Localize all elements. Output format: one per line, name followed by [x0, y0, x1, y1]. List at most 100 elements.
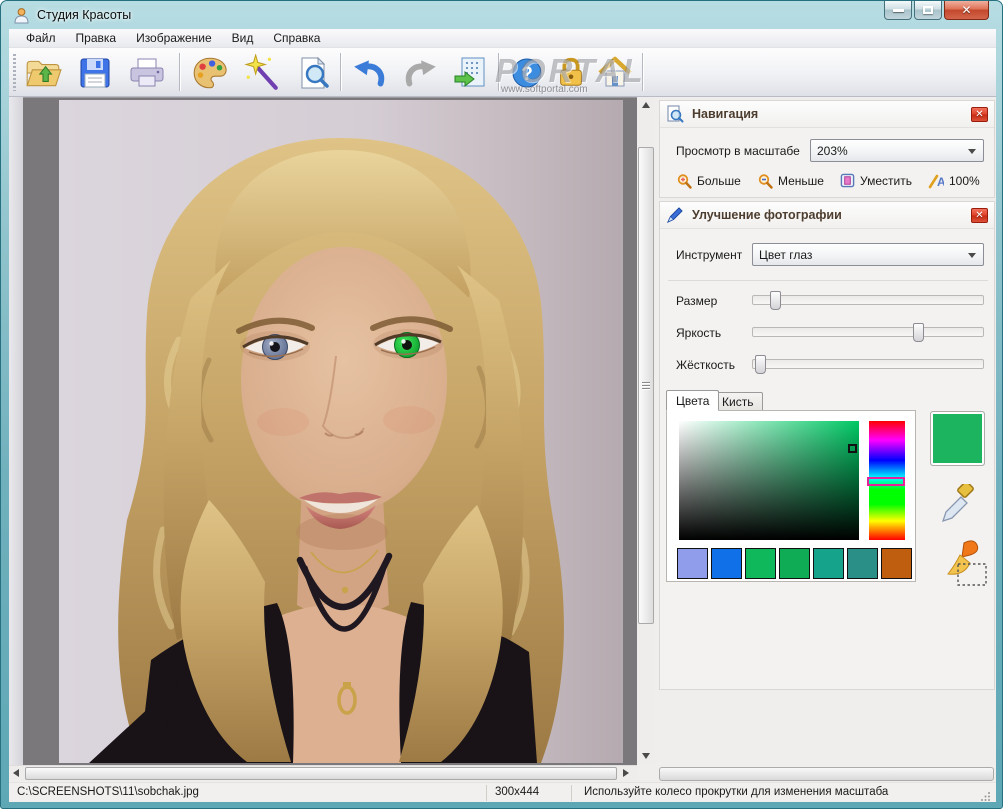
menu-file[interactable]: Файл: [16, 29, 66, 47]
status-bar: C:\SCREENSHOTS\11\sobchak.jpg 300x444 Ис…: [9, 782, 996, 802]
sidebar: Навигация ✕ Просмотр в масштабе 203% Бол…: [655, 97, 996, 781]
status-hint: Используйте колесо прокрутки для изменен…: [584, 786, 889, 798]
sidebar-scrollbar[interactable]: [659, 767, 994, 781]
hue-marker[interactable]: [867, 476, 905, 486]
resize-button[interactable]: [449, 51, 493, 94]
horizontal-scrollbar[interactable]: [9, 765, 637, 781]
zoom-scale-select[interactable]: 203%: [810, 139, 984, 162]
scroll-down-icon[interactable]: [642, 753, 650, 759]
scroll-right-icon[interactable]: [623, 769, 629, 777]
save-button[interactable]: [73, 51, 117, 94]
minimize-icon: [892, 8, 904, 12]
tab-brush[interactable]: Кисть: [713, 392, 764, 411]
zoom-scale-value: 203%: [817, 143, 848, 158]
zoom-in-button[interactable]: Больше: [676, 173, 741, 189]
fill-brush-button[interactable]: [934, 540, 990, 591]
scroll-grip: [642, 382, 650, 389]
app-icon: [14, 8, 29, 24]
redo-button[interactable]: [398, 51, 442, 94]
actual-size-icon: A: [928, 174, 944, 189]
preview-icon: [301, 56, 329, 88]
menu-view[interactable]: Вид: [222, 29, 264, 47]
actual-size-button[interactable]: A 100%: [928, 173, 980, 189]
maximize-button[interactable]: [914, 1, 942, 20]
vertical-scrollbar[interactable]: [637, 97, 655, 765]
zoom-scale-label: Просмотр в масштабе: [676, 144, 800, 158]
eyedropper-icon: [941, 481, 974, 523]
tab-colors[interactable]: Цвета: [666, 390, 720, 411]
zoom-out-label: Меньше: [778, 174, 824, 188]
menu-edit[interactable]: Правка: [66, 29, 127, 47]
navigation-panel-header: Навигация ✕: [660, 101, 994, 128]
hardness-slider[interactable]: [752, 355, 984, 374]
minimize-button[interactable]: [884, 1, 912, 20]
menu-image[interactable]: Изображение: [126, 29, 222, 47]
close-button[interactable]: ✕: [944, 1, 989, 20]
magic-wand-button[interactable]: [240, 51, 284, 94]
preview-button[interactable]: [292, 51, 336, 94]
chevron-down-icon: [968, 148, 976, 154]
color-swatch[interactable]: [881, 548, 912, 579]
fit-button[interactable]: Уместить: [840, 173, 912, 188]
color-swatch[interactable]: [813, 548, 844, 579]
print-icon: [130, 58, 164, 86]
color-swatch[interactable]: [779, 548, 810, 579]
size-slider-label: Размер: [676, 294, 718, 308]
photo-canvas[interactable]: [59, 100, 623, 763]
redo-icon: [405, 59, 436, 86]
color-swatch[interactable]: [745, 548, 776, 579]
zoom-in-label: Больше: [697, 174, 741, 188]
watermark-url: www.softportal.com: [501, 84, 588, 95]
paint-brush-icon: [947, 540, 987, 586]
navigation-close-button[interactable]: ✕: [971, 106, 988, 122]
window-title: Студия Красоты: [37, 8, 132, 22]
status-separator: [571, 785, 572, 801]
maximize-icon: [923, 6, 933, 14]
navigation-panel-title: Навигация: [692, 107, 759, 121]
eyedropper-button[interactable]: [936, 481, 978, 531]
toolbar: ? PORTAL www.softportal.com: [9, 48, 996, 97]
brightness-slider-thumb[interactable]: [912, 323, 924, 342]
undo-icon: [354, 59, 385, 86]
navigation-icon: [667, 105, 684, 123]
fit-icon: [840, 173, 855, 188]
status-separator: [486, 785, 487, 801]
size-slider-thumb[interactable]: [770, 291, 782, 310]
enhance-panel-title: Улучшение фотографии: [692, 208, 842, 222]
current-color-swatch: [930, 411, 985, 466]
open-icon: [26, 60, 62, 86]
undo-button[interactable]: [348, 51, 392, 94]
enhance-panel-header: Улучшение фотографии ✕: [660, 202, 994, 229]
zoom-out-button[interactable]: Меньше: [757, 173, 824, 189]
toolbar-separator: [340, 53, 342, 91]
saturation-value-field[interactable]: [679, 421, 859, 540]
brightness-slider[interactable]: [752, 323, 984, 342]
color-swatch[interactable]: [711, 548, 742, 579]
tab-brush-label: Кисть: [722, 394, 754, 409]
hue-bar[interactable]: [867, 421, 905, 540]
open-button[interactable]: [21, 51, 65, 94]
menu-bar: Файл Правка Изображение Вид Справка: [9, 29, 996, 48]
close-icon: ✕: [961, 3, 972, 17]
print-button[interactable]: [125, 51, 169, 94]
horizontal-scroll-thumb[interactable]: [25, 767, 617, 780]
toolbar-gripper: [13, 54, 16, 91]
tool-select[interactable]: Цвет глаз: [752, 243, 984, 266]
save-icon: [80, 58, 110, 87]
resize-grip-icon[interactable]: [981, 791, 991, 801]
sv-marker[interactable]: [847, 444, 857, 454]
color-swatch[interactable]: [677, 548, 708, 579]
fit-label: Уместить: [860, 173, 912, 188]
color-swatch[interactable]: [847, 548, 878, 579]
scroll-up-icon[interactable]: [642, 102, 650, 108]
scroll-left-icon[interactable]: [13, 769, 19, 777]
menu-help[interactable]: Справка: [263, 29, 330, 47]
vertical-scroll-thumb[interactable]: [638, 147, 654, 624]
enhance-close-button[interactable]: ✕: [971, 207, 988, 223]
size-slider[interactable]: [752, 291, 984, 310]
toolbar-separator: [179, 53, 181, 91]
tool-label: Инструмент: [676, 248, 743, 262]
hardness-slider-thumb[interactable]: [755, 355, 767, 374]
palette-button[interactable]: [188, 51, 232, 94]
swatch-row: [677, 548, 912, 579]
